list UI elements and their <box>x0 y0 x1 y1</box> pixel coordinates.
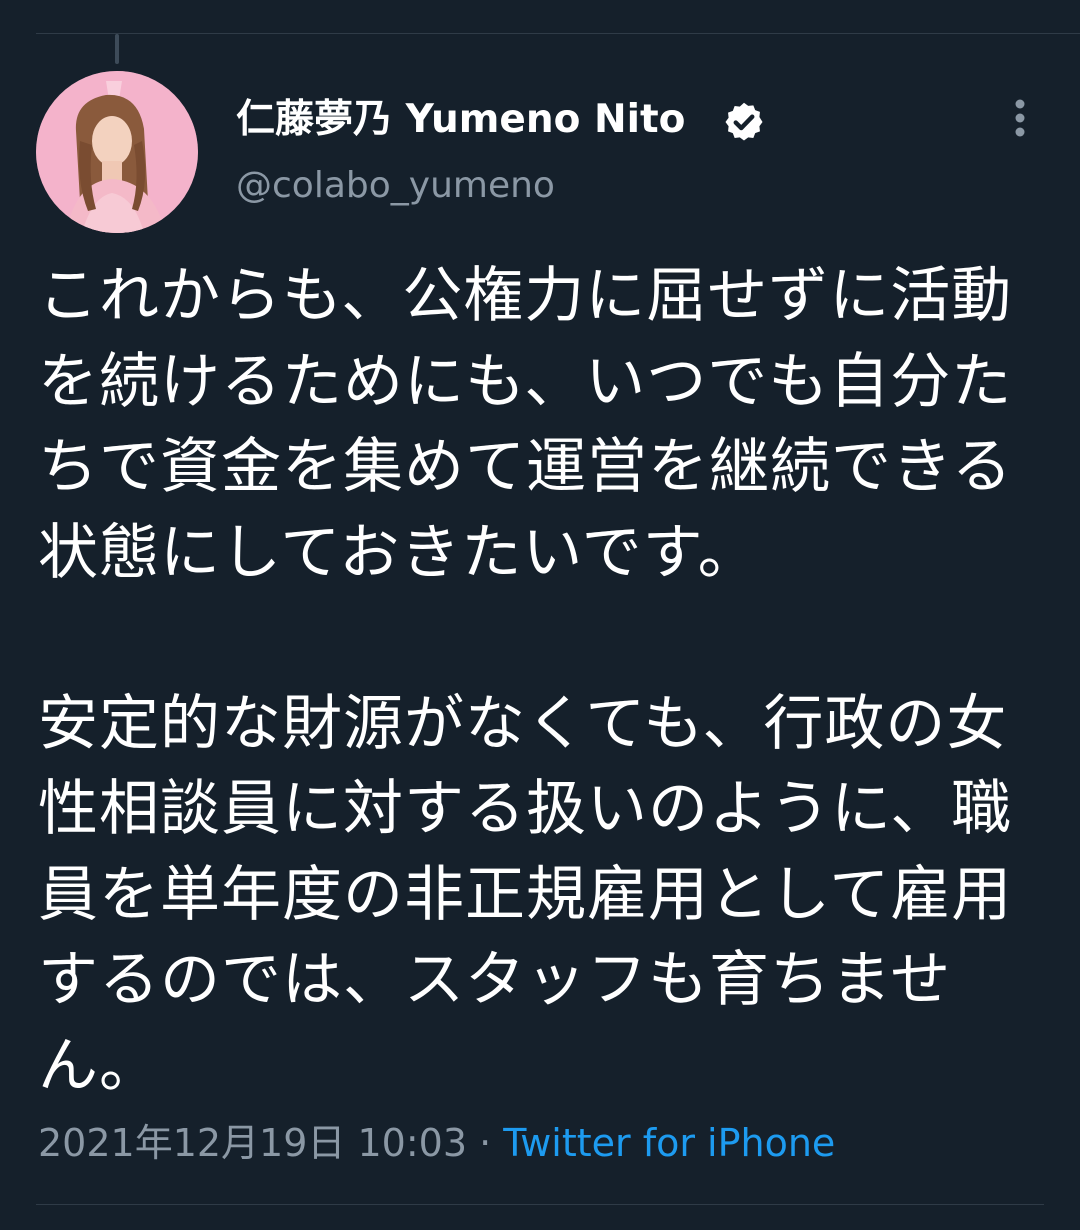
thread-connector-line <box>115 34 119 64</box>
tweet-meta: 2021年12月19日 10:03 · Twitter for iPhone <box>38 1118 835 1168</box>
author-display-name[interactable]: 仁藤夢乃 Yumeno Nito <box>236 94 685 146</box>
bottom-divider <box>36 1204 1044 1205</box>
tweet-text: これからも、公権力に屈せずに活動を続けるためにも、いつでも自分たちで資金を集めて… <box>38 261 1013 1101</box>
more-vertical-icon[interactable] <box>1000 96 1040 140</box>
top-divider <box>36 33 1080 34</box>
meta-separator: · <box>467 1121 504 1165</box>
avatar-photo-icon <box>36 71 198 233</box>
avatar[interactable] <box>36 71 198 233</box>
author-handle[interactable]: @colabo_yumeno <box>236 162 555 210</box>
tweet-timestamp[interactable]: 2021年12月19日 10:03 <box>38 1121 467 1165</box>
tweet-source-link[interactable]: Twitter for iPhone <box>503 1121 835 1165</box>
verified-badge-icon <box>725 102 763 141</box>
